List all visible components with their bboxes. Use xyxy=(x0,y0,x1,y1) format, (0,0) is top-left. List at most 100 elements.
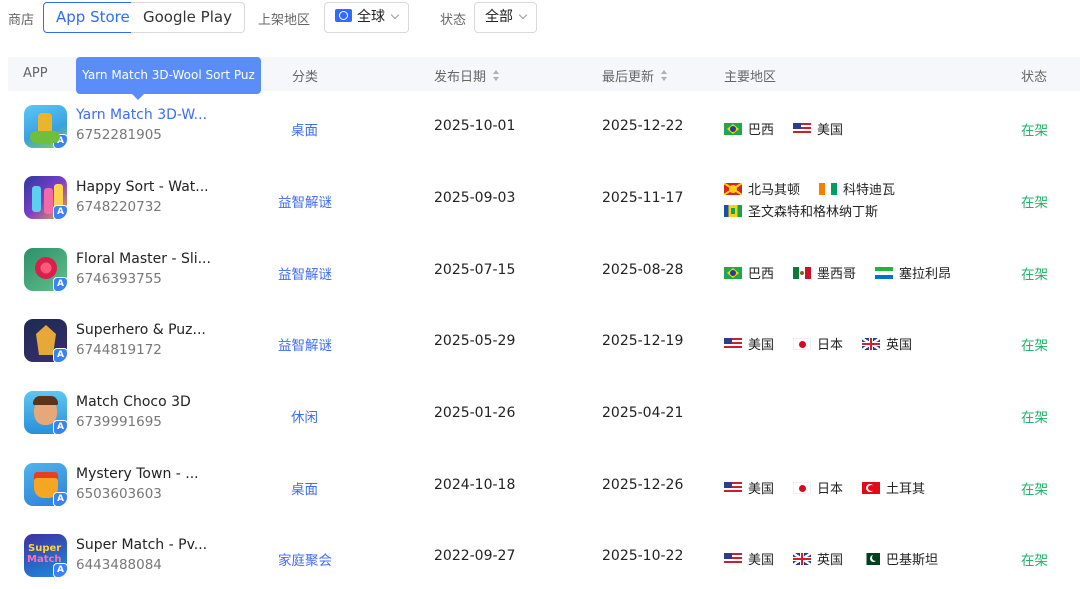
app-id: 6739991695 xyxy=(76,414,162,430)
app-name[interactable]: Yarn Match 3D-W... xyxy=(76,107,207,123)
status-badge: 在架 xyxy=(1021,195,1048,211)
sort-icon[interactable] xyxy=(660,70,668,82)
app-name[interactable]: Happy Sort - Wat... xyxy=(76,179,209,195)
region-item: 英国 xyxy=(793,549,843,568)
column-header-status: 状态 xyxy=(1021,70,1048,85)
app-category[interactable]: 家庭聚会 xyxy=(278,549,332,569)
release-date: 2024-10-18 xyxy=(434,477,516,493)
region-item: 科特迪瓦 xyxy=(819,179,895,198)
column-header-category: 分类 xyxy=(292,70,319,85)
region-name: 英国 xyxy=(886,338,913,353)
status-badge: 在架 xyxy=(1021,338,1048,354)
region-name: 英国 xyxy=(817,553,844,568)
vc-flag-icon xyxy=(724,205,742,217)
region-name: 北马其顿 xyxy=(748,183,801,198)
app-store-icon: A xyxy=(53,134,67,148)
region-name: 塞拉利昂 xyxy=(899,267,952,282)
store-option-app-store[interactable]: App Store xyxy=(43,2,143,33)
status-badge: 在架 xyxy=(1021,267,1048,283)
mk-flag-icon xyxy=(724,183,742,195)
region-item: 圣文森特和格林纳丁斯 xyxy=(724,201,878,220)
app-name[interactable]: Match Choco 3D xyxy=(76,394,191,410)
app-name-tooltip: Yarn Match 3D-Wool Sort Puz xyxy=(76,57,261,100)
app-name[interactable]: Mystery Town - ... xyxy=(76,466,199,482)
region-item: 巴西 xyxy=(724,263,774,282)
app-id: 6744819172 xyxy=(76,342,162,358)
app-icon-superhero-puzzle[interactable]: A xyxy=(24,319,67,362)
app-store-icon: A xyxy=(53,277,67,291)
table-row[interactable]: A Match Choco 3D 6739991695 休闲 2025-01-2… xyxy=(8,378,1080,450)
gb-flag-icon xyxy=(793,553,812,565)
region-name: 日本 xyxy=(817,338,844,353)
app-id: 6752281905 xyxy=(76,127,162,143)
app-category[interactable]: 休闲 xyxy=(291,406,318,426)
us-flag-icon xyxy=(724,338,742,350)
app-store-icon: A xyxy=(53,420,67,434)
table-row[interactable]: A Mystery Town - ... 6503603603 桌面 2024-… xyxy=(8,450,1080,522)
region-item: 美国 xyxy=(724,334,774,353)
us-flag-icon xyxy=(724,553,742,565)
app-id: 6746393755 xyxy=(76,271,162,287)
app-store-icon: A xyxy=(53,348,67,362)
table-row[interactable]: A Super Match - Pv... 6443488084 家庭聚会 20… xyxy=(8,521,1080,589)
pk-flag-icon xyxy=(862,553,881,565)
app-icon-super-match[interactable]: A xyxy=(24,534,67,577)
app-id: 6748220732 xyxy=(76,199,162,215)
column-header-last-update[interactable]: 最后更新 xyxy=(602,66,668,85)
status-dropdown[interactable]: 全部 xyxy=(474,2,537,33)
region-list: 美国 日本 英国 xyxy=(724,334,931,353)
table-row[interactable]: A Yarn Match 3D-W... 6752281905 桌面 2025-… xyxy=(8,91,1080,163)
region-item: 巴西 xyxy=(724,119,774,138)
region-dropdown[interactable]: 全球 xyxy=(324,2,409,33)
region-name: 美国 xyxy=(748,482,775,497)
last-update-date: 2025-08-28 xyxy=(602,262,684,278)
region-list: 美国 日本 土耳其 xyxy=(724,478,944,497)
app-category[interactable]: 桌面 xyxy=(291,119,318,139)
region-name: 科特迪瓦 xyxy=(843,183,896,198)
last-update-date: 2025-04-21 xyxy=(602,405,684,421)
app-icon-happy-sort[interactable]: A xyxy=(24,176,67,219)
app-icon-floral-master[interactable]: A xyxy=(24,248,67,291)
app-category[interactable]: 益智解谜 xyxy=(278,263,332,283)
last-update-date: 2025-12-19 xyxy=(602,333,684,349)
sort-icon[interactable] xyxy=(492,70,500,82)
status-dropdown-value: 全部 xyxy=(485,9,513,25)
chevron-down-icon xyxy=(518,10,528,20)
app-name[interactable]: Floral Master - Sli... xyxy=(76,251,211,267)
store-option-google-play[interactable]: Google Play xyxy=(131,2,245,33)
region-item: 日本 xyxy=(793,334,843,353)
last-update-date: 2025-12-26 xyxy=(602,477,684,493)
column-header-last-update-label: 最后更新 xyxy=(602,70,655,85)
release-date: 2025-10-01 xyxy=(434,118,516,134)
table-row[interactable]: A Happy Sort - Wat... 6748220732 益智解谜 20… xyxy=(8,163,1080,235)
last-update-date: 2025-11-17 xyxy=(602,190,684,206)
app-store-icon: A xyxy=(53,492,67,506)
jp-flag-icon xyxy=(793,482,812,494)
region-item: 北马其顿 xyxy=(724,179,800,198)
column-header-release-date[interactable]: 发布日期 xyxy=(434,66,500,85)
table-row[interactable]: A Superhero & Puz... 6744819172 益智解谜 202… xyxy=(8,306,1080,378)
br-flag-icon xyxy=(724,123,742,135)
table-row[interactable]: A Floral Master - Sli... 6746393755 益智解谜… xyxy=(8,235,1080,307)
app-id: 6503603603 xyxy=(76,486,162,502)
app-category[interactable]: 益智解谜 xyxy=(278,191,332,211)
region-item: 美国 xyxy=(793,119,843,138)
release-date: 2022-09-27 xyxy=(434,548,516,564)
app-category[interactable]: 桌面 xyxy=(291,478,318,498)
store-filter-label: 商店 xyxy=(8,13,35,28)
app-icon-match-choco[interactable]: A xyxy=(24,391,67,434)
app-category[interactable]: 益智解谜 xyxy=(278,334,332,354)
filter-bar: 商店 App Store Google Play 上架地区 全球 状态 全部 xyxy=(0,0,1080,36)
app-icon-yarn-match[interactable]: A xyxy=(24,105,67,148)
chevron-down-icon xyxy=(390,10,400,20)
app-name[interactable]: Superhero & Puz... xyxy=(76,322,206,338)
region-item: 美国 xyxy=(724,478,774,497)
region-filter-label: 上架地区 xyxy=(258,13,311,28)
app-store-icon: A xyxy=(53,563,67,577)
last-update-date: 2025-10-22 xyxy=(602,548,684,564)
jp-flag-icon xyxy=(793,338,812,350)
region-list: 北马其顿 科特迪瓦 xyxy=(724,179,914,198)
br-flag-icon xyxy=(724,267,742,279)
app-name[interactable]: Super Match - Pv... xyxy=(76,537,207,553)
app-icon-mystery-town[interactable]: A xyxy=(24,463,67,506)
